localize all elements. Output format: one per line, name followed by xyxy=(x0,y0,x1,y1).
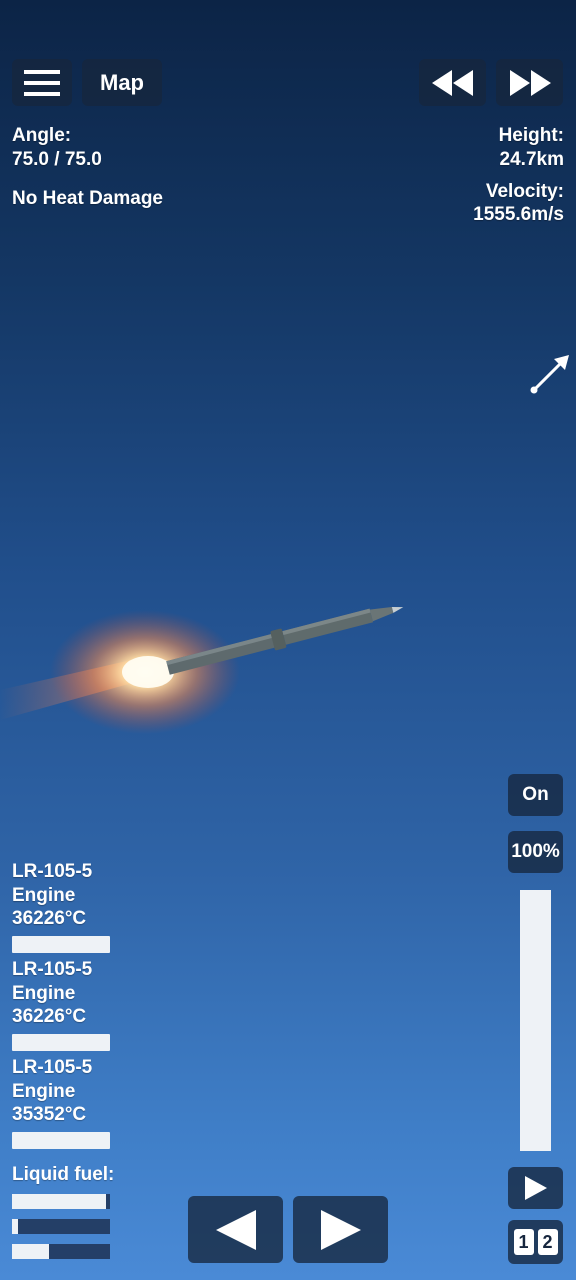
rewind-button[interactable] xyxy=(419,59,486,106)
triangle-left-icon xyxy=(215,1209,256,1250)
engine-1-temperature: 36226°C xyxy=(12,908,87,929)
engine-2-status-bar xyxy=(12,1034,110,1051)
throttle-percent-label: 100% xyxy=(511,841,560,862)
fuel-bar-3 xyxy=(12,1244,110,1259)
fuel-bar-2 xyxy=(12,1219,110,1234)
engine-exhaust-plume xyxy=(0,610,240,734)
engine-3-status-bar xyxy=(12,1132,110,1149)
height-label: Height: xyxy=(498,125,564,146)
engine-1-name-line2: Engine xyxy=(12,885,76,906)
engine-2-name-line2: Engine xyxy=(12,983,76,1004)
throttle-percent-button[interactable]: 100% xyxy=(508,831,563,873)
engine-3-name-line1: LR-105-5 xyxy=(12,1057,93,1078)
rotate-right-button[interactable] xyxy=(293,1196,388,1263)
velocity-value: 1555.6m/s xyxy=(473,204,564,225)
hamburger-menu-icon xyxy=(24,69,60,96)
height-value: 24.7km xyxy=(499,149,564,170)
fast-forward-icon xyxy=(509,69,551,96)
engine-toggle-label: On xyxy=(522,784,549,805)
play-icon xyxy=(524,1176,547,1200)
triangle-right-icon xyxy=(320,1209,361,1250)
fuel-label: Liquid fuel: xyxy=(12,1164,115,1185)
rewind-icon xyxy=(431,69,473,96)
engine-1-status-bar xyxy=(12,936,110,953)
engine-2-name-line1: LR-105-5 xyxy=(12,959,93,980)
arrow-up-right-icon xyxy=(530,355,569,394)
throttle-slider[interactable] xyxy=(520,890,551,1151)
engine-toggle-button[interactable]: On xyxy=(508,774,563,816)
engine-2-temperature: 36226°C xyxy=(12,1006,87,1027)
stage-selector[interactable]: 1 2 xyxy=(508,1220,563,1264)
stage-1-label[interactable]: 1 xyxy=(513,1229,534,1255)
throttle-slider-fill xyxy=(520,890,551,1151)
engine-3-name-line2: Engine xyxy=(12,1081,76,1102)
fuel-bar-3-fill xyxy=(12,1244,50,1259)
menu-button[interactable] xyxy=(12,59,72,106)
fuel-bar-2-fill xyxy=(12,1219,18,1234)
angle-value: 75.0 / 75.0 xyxy=(12,149,102,170)
rotate-left-button[interactable] xyxy=(188,1196,283,1263)
engine-1-name-line1: LR-105-5 xyxy=(12,861,93,882)
map-button[interactable]: Map xyxy=(82,59,162,106)
velocity-label: Velocity: xyxy=(485,181,564,202)
heat-status: No Heat Damage xyxy=(12,188,163,209)
rocket-scene xyxy=(0,607,404,734)
engine-3-temperature: 35352°C xyxy=(12,1104,87,1125)
angle-label: Angle: xyxy=(12,125,72,146)
fast-forward-button[interactable] xyxy=(496,59,563,106)
fuel-bar-1 xyxy=(12,1194,110,1209)
map-button-label: Map xyxy=(100,69,144,95)
fuel-bar-1-fill xyxy=(12,1194,107,1209)
play-button[interactable] xyxy=(508,1167,563,1209)
stage-2-label[interactable]: 2 xyxy=(537,1229,558,1255)
